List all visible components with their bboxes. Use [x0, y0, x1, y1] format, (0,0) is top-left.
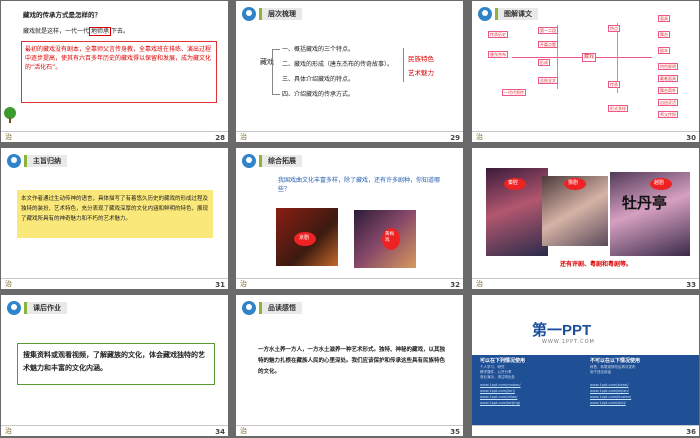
mind-map-node: 总结全文 — [538, 77, 558, 84]
caption-text: 还有评剧、粤剧和粤剧等。 — [560, 261, 633, 268]
outline-item: 一、概括藏戏的三个特点。 — [282, 46, 355, 53]
outline-item: 三、具体介绍藏戏的特点。 — [282, 76, 355, 83]
slide-number: 34 — [215, 428, 225, 436]
slide-number: 30 — [686, 134, 696, 142]
mind-map-node: 形式多样 — [608, 105, 628, 112]
slide-34[interactable]: 课后作业 搜集资料或观看视频，了解藏族的文化，体会藏戏独特的艺术魅力和丰富的文化… — [1, 295, 228, 436]
section-title: 品读感悟 — [259, 302, 302, 314]
slide-33[interactable]: 秦腔 豫剧 越剧 牡丹亭 还有评剧、粤剧和粤剧等。 治 33 — [472, 148, 699, 289]
person-icon — [242, 7, 256, 21]
summary-label: 民族特色 — [408, 55, 434, 63]
slide-badge: 治 — [240, 280, 247, 288]
mind-map-node: 舞台简朴 — [658, 87, 678, 94]
person-icon — [7, 154, 21, 168]
slide-31[interactable]: 主旨归纳 本文作者通过生动传神的语言，具体描写了有着悠久历史的藏戏的形成过程及独… — [1, 148, 228, 289]
mind-map-node: 自由灵活 — [658, 99, 678, 106]
resource-link[interactable]: www.1ppt.com/jieri/ — [480, 389, 515, 394]
resource-link[interactable]: www.1ppt.com/ziliao/ — [480, 395, 517, 400]
slide-badge: 治 — [5, 427, 12, 435]
label-text: 黄梅戏 — [385, 232, 394, 243]
slide-badge: 治 — [5, 133, 12, 141]
slide-35[interactable]: 品读感悟 一方水土养一方人，一方水土滋养一种艺术形式。独特、神秘的藏戏，以其独特… — [236, 295, 463, 436]
slide-30[interactable]: 图解课文 藏戏 第一二段 开篇点题 唐东杰布 形成 特点 面具 舞台 剧本 传承… — [472, 1, 699, 142]
mind-map-node: 面具 — [658, 15, 670, 22]
section-title: 层次梳理 — [259, 8, 302, 20]
outline-item: 二、藏戏的形成（唐东杰布的传奇故事）。 — [282, 61, 394, 68]
section-title: 综合拓展 — [259, 155, 302, 167]
slide-36[interactable]: 第一PPT WWW.1PPT.COM 可以在下列情况使用 不可以在以下情况使用 … — [472, 295, 699, 436]
label-text: 京剧 — [299, 235, 310, 241]
mind-map-node: 特点 — [608, 25, 620, 32]
mind-map-node: 第一二段 — [538, 27, 558, 34]
logo-text: 第一PPT — [532, 322, 592, 339]
mind-map-node: 剧本 — [658, 47, 670, 54]
mind-map-node: 一代代师传 — [502, 89, 526, 96]
mind-map-node: 特色鲜明 — [658, 63, 678, 70]
mind-map-center: 藏戏 — [582, 53, 597, 62]
logo-url: WWW.1PPT.COM — [542, 339, 595, 345]
label-text: 秦腔 — [508, 180, 519, 186]
slide-badge: 治 — [240, 427, 247, 435]
resource-link[interactable]: www.1ppt.com/kejian/ — [590, 389, 629, 394]
slide-badge: 治 — [476, 133, 483, 141]
reflection-text: 一方水土养一方人，一方水土滋养一种艺术形式。独特、神秘的藏戏，以其独特的魅力扎根… — [258, 347, 446, 375]
forbidden-item: 用于违法用途 — [590, 370, 611, 374]
slide-number: 33 — [686, 281, 696, 289]
resource-link[interactable]: www.1ppt.com/xiazai/ — [590, 383, 629, 388]
allowed-item: 商业演示，请注明出处 — [480, 375, 515, 379]
tree-trunk — [9, 118, 11, 123]
question-text: 藏戏的传承方式是怎样的？ — [23, 11, 101, 19]
mind-map-node: 传承 — [608, 81, 620, 88]
slide-badge: 治 — [5, 280, 12, 288]
slide-number: 36 — [686, 428, 696, 436]
mind-map-node: 舞台 — [658, 31, 670, 38]
person-icon — [7, 301, 21, 315]
resource-link[interactable]: www.1ppt.com/fanwen/ — [590, 395, 631, 400]
label-text: 越剧 — [654, 180, 665, 186]
slide-number: 32 — [450, 281, 460, 289]
resource-link[interactable]: www.1ppt.com/beijing/ — [480, 401, 520, 406]
mind-map: 藏戏 第一二段 开篇点题 唐东杰布 形成 特点 面具 舞台 剧本 传承 总结全文… — [472, 1, 699, 131]
section-title: 课后作业 — [24, 302, 67, 314]
answer-highlight: 地师承 — [89, 27, 112, 36]
person-icon — [242, 301, 256, 315]
resource-link[interactable]: www.1ppt.com/moban/ — [480, 383, 521, 388]
slide-29[interactable]: 层次梳理 藏戏 一、概括藏戏的三个特点。 二、藏戏的形成（唐东杰布的传奇故事）。… — [236, 1, 463, 142]
slide-28[interactable]: 藏戏的传承方式是怎样的？ 藏戏就是这样，一代一代 地师承 下去。 最初的藏戏没有剧本… — [1, 1, 228, 142]
mind-map-node: 戴着面具 — [658, 75, 678, 82]
calligraphy-title: 牡丹亭 — [622, 194, 668, 212]
homework-text: 搜集资料或观看视频，了解藏族的文化，体会藏戏独特的艺术魅力和丰富的文化内涵。 — [23, 351, 205, 372]
mind-map-node: 传承历史 — [488, 31, 508, 38]
mind-map-node: 形成 — [538, 59, 550, 66]
person-icon — [242, 154, 256, 168]
slide-number: 35 — [450, 428, 460, 436]
slide-number: 29 — [450, 134, 460, 142]
info-box-text: 最初的藏戏没有剧本，全靠师父言传身教，全靠戏班在排练、演出过程中逐步提高，使其有… — [25, 46, 212, 71]
slide-badge: 治 — [240, 133, 247, 141]
answer-line: 藏戏就是这样，一代一代 地师承 下去。 — [23, 27, 130, 36]
slide-32[interactable]: 综合拓展 我国戏曲文化丰富多样，除了藏戏，还有许多剧种，你知道哪些？ 京剧 黄梅… — [236, 148, 463, 289]
summary-label: 艺术魅力 — [408, 69, 434, 77]
mind-map-node: 开篇点题 — [538, 41, 558, 48]
resource-link[interactable]: www.1ppt.com/shiti/ — [590, 401, 626, 406]
slide-number: 31 — [215, 281, 225, 289]
slide-badge: 治 — [476, 280, 483, 288]
mind-map-node: 唐东杰布 — [488, 51, 508, 58]
slide-number: 28 — [215, 134, 225, 142]
outline-item: 四、介绍藏戏的传承方式。 — [282, 91, 355, 98]
summary-text: 本文作者通过生动传神的语言，具体描写了有着悠久历史的藏戏的形成过程及独特的装扮、… — [21, 196, 209, 222]
extension-text: 我国戏曲文化丰富多样，除了藏戏，还有许多剧种，你知道哪些？ — [278, 177, 441, 193]
section-title: 主旨归纳 — [24, 155, 67, 167]
label-text: 豫剧 — [568, 180, 579, 186]
mind-map-node: 师父传授 — [658, 111, 678, 118]
